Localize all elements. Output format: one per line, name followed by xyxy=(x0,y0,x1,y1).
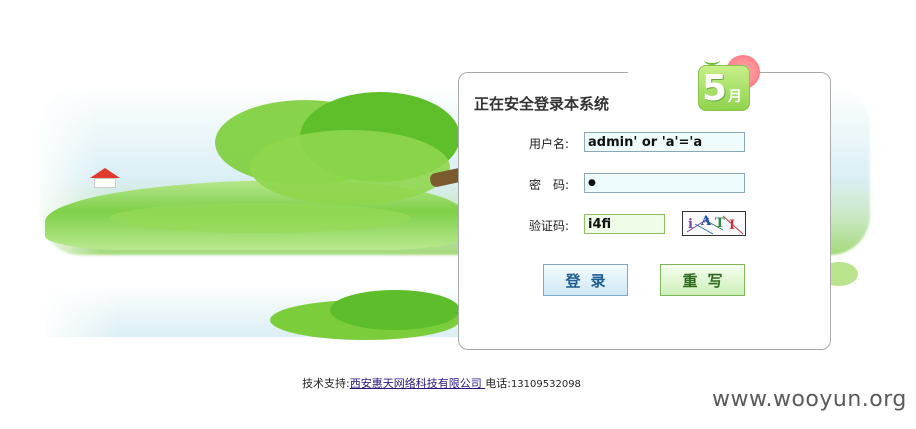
captcha-char: A xyxy=(701,214,712,229)
bush xyxy=(330,290,460,330)
captcha-char: i xyxy=(688,217,693,232)
phone-label: 电话: xyxy=(485,377,511,390)
login-button[interactable]: 登录 xyxy=(543,264,628,296)
watermark: www.wooyun.org xyxy=(712,387,907,412)
tree-foliage xyxy=(250,130,450,205)
panel-notch xyxy=(628,68,698,77)
captcha-char: T xyxy=(715,216,725,231)
house-icon xyxy=(90,168,120,190)
lower-fade xyxy=(40,280,120,340)
captcha-image[interactable]: i A T I xyxy=(682,211,746,236)
footer: 技术支持:西安惠天网络科技有限公司 电话:13109532098 xyxy=(302,375,581,391)
username-input[interactable] xyxy=(584,132,745,152)
username-label: 用户名: xyxy=(529,137,570,151)
company-link[interactable]: 西安惠天网络科技有限公司 xyxy=(350,377,486,390)
phone-number: 13109532098 xyxy=(510,379,581,390)
captcha-input[interactable] xyxy=(584,214,665,234)
may-calendar-badge-icon: 5 月 xyxy=(696,55,766,117)
sprout-icon xyxy=(704,55,720,65)
badge-month: 月 xyxy=(728,89,742,105)
password-label: 密 码: xyxy=(529,178,570,192)
password-input[interactable]: ● xyxy=(584,173,745,193)
meadow-shade xyxy=(110,203,410,233)
login-title: 正在安全登录本系统 xyxy=(474,95,610,113)
support-label: 技术支持: xyxy=(302,377,350,390)
reset-button[interactable]: 重写 xyxy=(660,264,745,296)
captcha-label: 验证码: xyxy=(529,219,570,233)
badge-number: 5 xyxy=(702,68,728,109)
captcha-char: I xyxy=(729,218,736,233)
